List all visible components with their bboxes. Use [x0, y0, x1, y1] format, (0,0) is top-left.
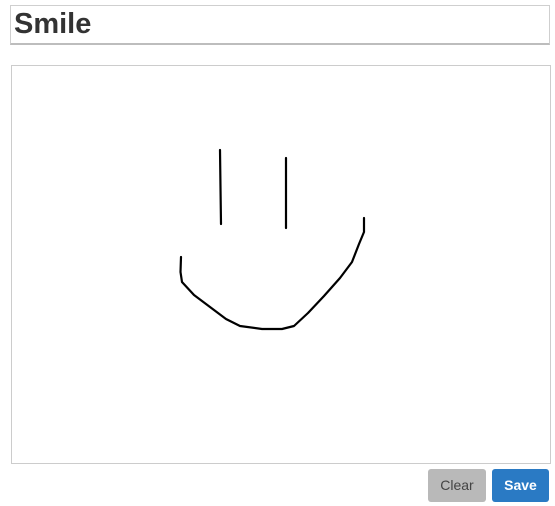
left-eye-stroke	[218, 148, 223, 226]
save-button[interactable]: Save	[492, 469, 549, 502]
drawing-canvas[interactable]	[11, 65, 551, 464]
mouth-stroke	[179, 216, 366, 331]
clear-button[interactable]: Clear	[428, 469, 486, 502]
drawing-title-input[interactable]	[10, 5, 550, 45]
drawing-surface[interactable]	[12, 66, 550, 463]
